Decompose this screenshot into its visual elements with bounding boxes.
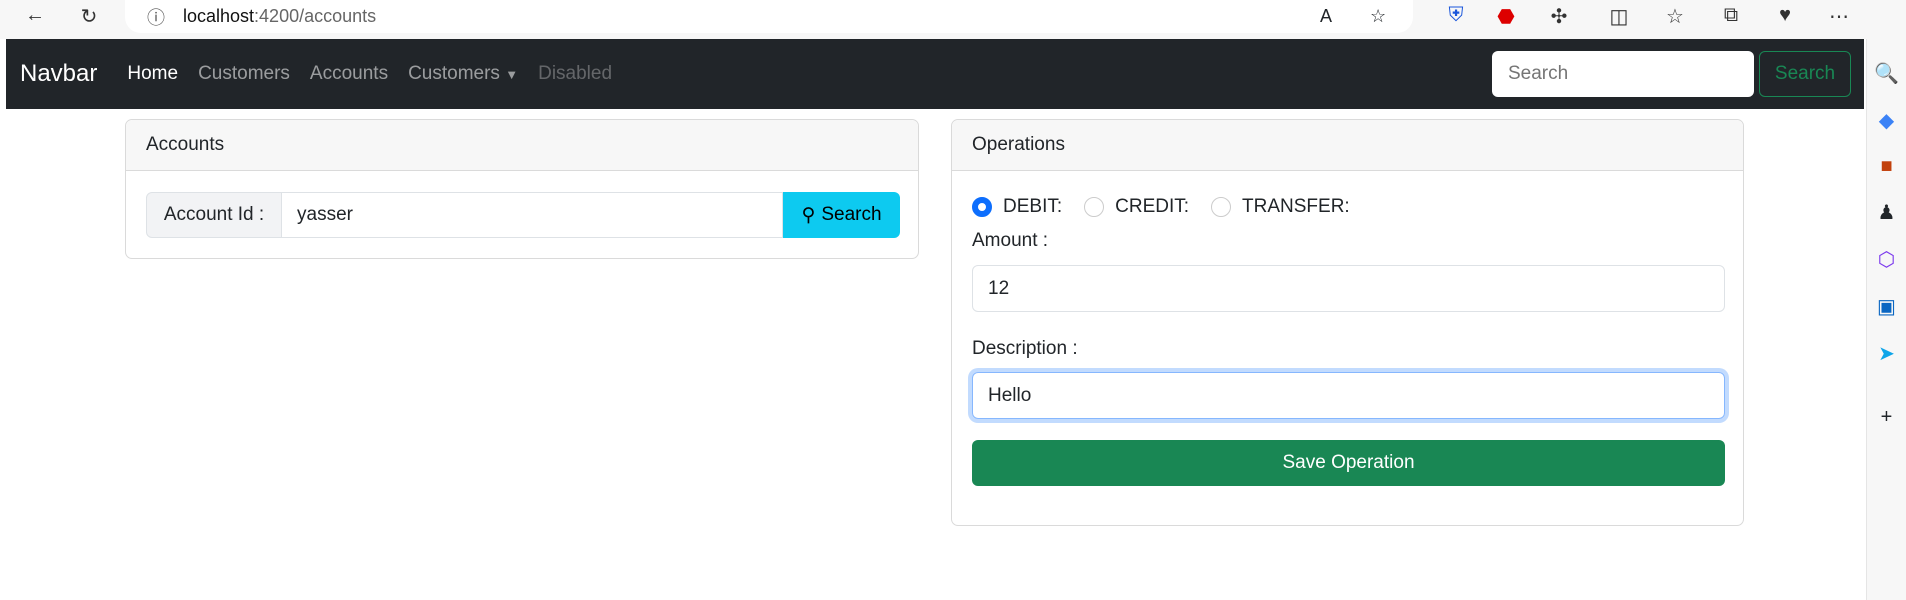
toolbox-icon[interactable]: ■ (1867, 155, 1906, 178)
account-id-label: Account Id : (146, 192, 282, 238)
navbar-search-input[interactable] (1492, 51, 1754, 97)
nav-customers[interactable]: Customers (198, 63, 290, 85)
back-icon[interactable]: ← (22, 4, 48, 27)
amount-label: Amount : (972, 230, 1049, 251)
debit-radio[interactable] (972, 197, 992, 217)
reload-icon[interactable]: ↻ (76, 4, 102, 29)
send-icon[interactable]: ➤ (1867, 341, 1906, 366)
transfer-radio[interactable] (1211, 197, 1232, 217)
description-input[interactable]: Hello (972, 372, 1725, 419)
add-icon[interactable]: + (1867, 406, 1906, 429)
navbar-search-button[interactable]: Search (1759, 51, 1851, 97)
navbar-brand[interactable]: Navbar (20, 60, 97, 88)
nav-customers-dropdown[interactable]: Customers ▼ (408, 63, 518, 85)
credit-radio[interactable] (1084, 197, 1105, 217)
favorite-star-icon[interactable]: ☆ (1370, 6, 1386, 27)
operation-type-group: DEBIT: CREDIT: TRANSFER: (972, 196, 1372, 218)
tag-icon[interactable]: ◆ (1867, 108, 1906, 133)
nav-accounts[interactable]: Accounts (310, 63, 388, 85)
more-icon[interactable]: ⋯ (1826, 4, 1852, 29)
address-bar[interactable]: ⓘ localhost:4200/accounts A ☆ (125, 0, 1413, 33)
operations-card: Operations DEBIT: CREDIT: TRANSFER: Amou… (951, 119, 1744, 526)
account-search-button[interactable]: ⚲ Search (783, 192, 900, 238)
save-operation-button[interactable]: Save Operation (972, 440, 1725, 486)
edge-sidebar: 🔍 ◆ ■ ♟ ⬡ ▣ ➤ + (1866, 39, 1906, 600)
copilot-icon[interactable]: ⬡ (1867, 247, 1906, 272)
caret-down-icon: ▼ (505, 67, 519, 82)
description-label: Description : (972, 338, 1078, 359)
card-header: Accounts (126, 120, 918, 171)
card-header: Operations (952, 120, 1743, 171)
browser-toolbar: ← ↻ ⓘ localhost:4200/accounts A ☆ ⛨ ⬣ ✣ … (0, 0, 1906, 39)
nav-home[interactable]: Home (127, 63, 178, 85)
extensions-icon[interactable]: ✣ (1546, 4, 1572, 29)
split-screen-icon[interactable]: ◫ (1606, 4, 1632, 29)
bitwarden-icon[interactable]: ⛨ (1443, 4, 1469, 27)
outlook-icon[interactable]: ▣ (1867, 294, 1906, 319)
health-icon[interactable]: ♥ (1772, 4, 1798, 27)
info-icon: ⓘ (147, 7, 165, 28)
favorites-icon[interactable]: ☆ (1662, 4, 1688, 29)
navbar: Navbar Home Customers Accounts Customers… (6, 39, 1864, 109)
read-aloud-icon[interactable]: A (1320, 6, 1332, 27)
adblock-icon[interactable]: ⬣ (1493, 4, 1519, 29)
nav-disabled: Disabled (538, 63, 613, 84)
accounts-card: Accounts Account Id : yasser ⚲ Search (125, 119, 919, 259)
search-icon: ⚲ (801, 204, 816, 226)
collections-icon[interactable]: ⧉ (1718, 4, 1744, 27)
account-id-input[interactable]: yasser (282, 192, 783, 238)
account-search-group: Account Id : yasser ⚲ Search (146, 192, 900, 238)
search-icon[interactable]: 🔍 (1867, 61, 1906, 86)
games-icon[interactable]: ♟ (1867, 200, 1906, 225)
amount-input[interactable]: 12 (972, 265, 1725, 312)
